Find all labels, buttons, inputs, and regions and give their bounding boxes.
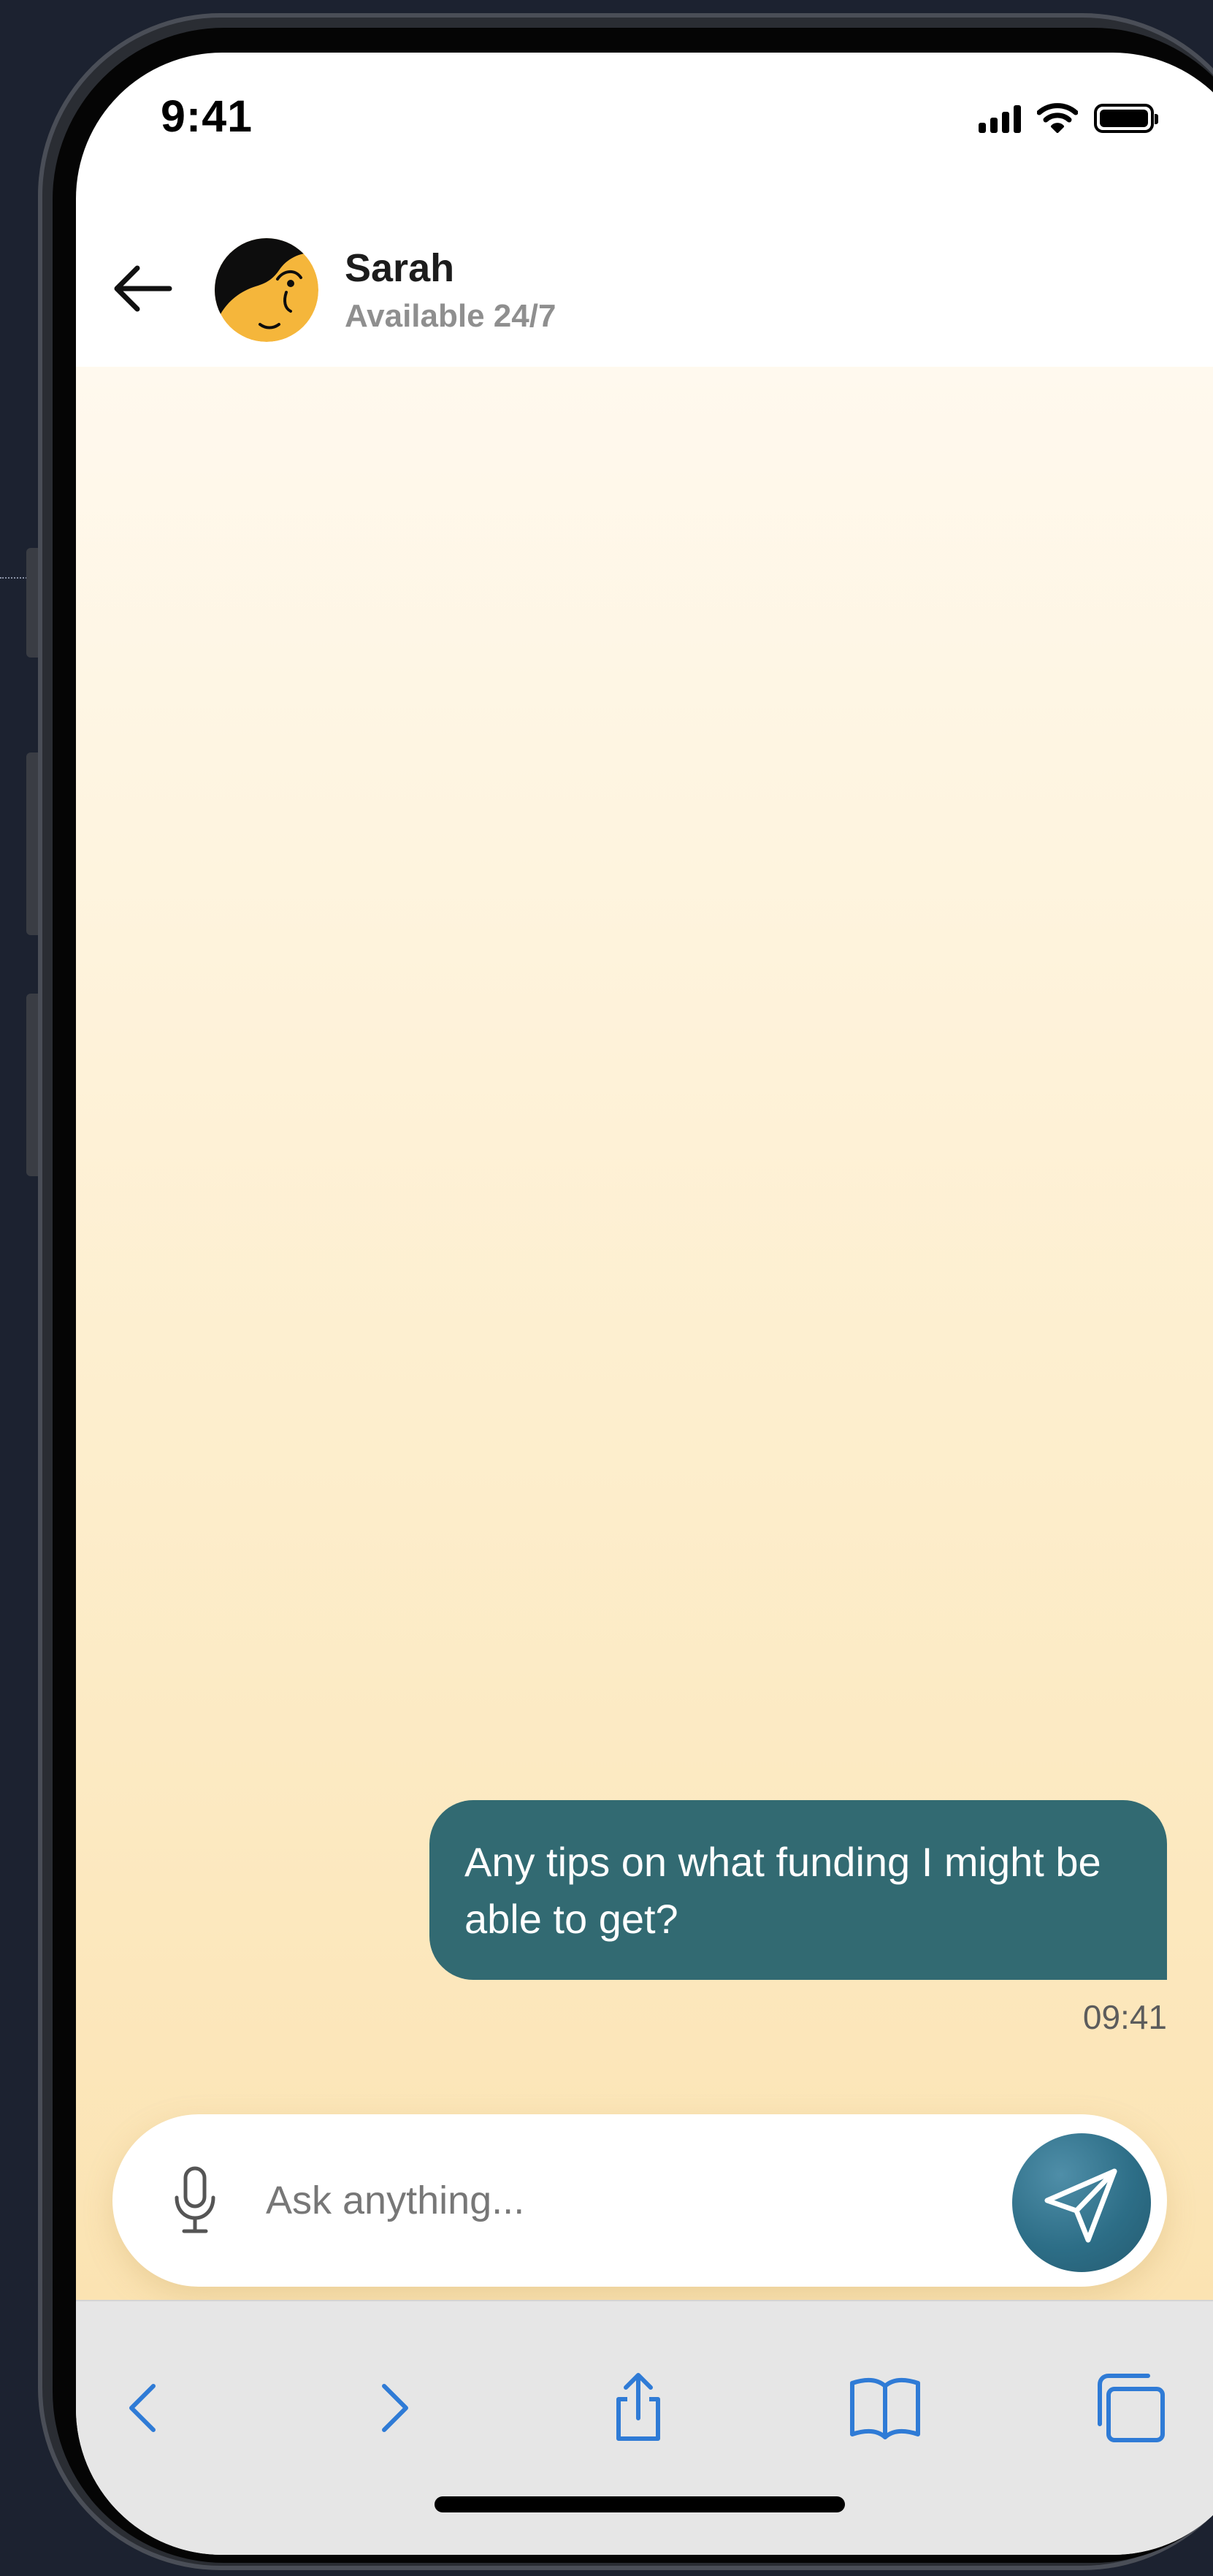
status-icons [979,95,1158,133]
battery-icon [1094,104,1158,133]
user-message-bubble: Any tips on what funding I might be able… [429,1800,1167,1980]
bookmarks-button[interactable] [845,2367,925,2447]
back-chevron-icon [129,2384,156,2432]
phone-screen: 9:41 Sarah Available 24/7 Any tips on wh… [76,53,1213,2555]
volume-down-button [26,994,38,1176]
guide-line [0,577,29,579]
microphone-button[interactable] [172,2165,218,2236]
action-button [26,548,38,658]
avatar [215,238,318,342]
send-button[interactable] [1012,2133,1151,2272]
microphone-icon [175,2166,215,2233]
browser-toolbar [76,2300,1213,2555]
message-timestamp: 09:41 [1082,1998,1167,2036]
status-time: 9:41 [161,91,253,141]
wifi-icon [1037,103,1078,133]
message-input[interactable] [266,2158,908,2243]
chat-body: Any tips on what funding I might be able… [76,367,1213,2300]
avatar-illustration [215,238,318,342]
forward-chevron-icon [382,2384,408,2432]
share-button[interactable] [598,2367,678,2447]
tabs-icon [1098,2374,1165,2442]
share-icon [616,2373,660,2441]
volume-up-button [26,752,38,935]
composer [112,2114,1167,2287]
cellular-signal-icon [979,104,1021,133]
browser-forward-button[interactable] [352,2367,432,2447]
back-button[interactable] [110,256,175,321]
browser-back-button[interactable] [105,2367,185,2447]
bookmarks-icon [850,2377,920,2439]
tabs-button[interactable] [1091,2367,1171,2447]
contact-status: Available 24/7 [345,298,556,334]
contact-name: Sarah [345,246,455,290]
paper-plane-icon [1044,2168,1117,2243]
arrow-left-icon [114,265,172,312]
chat-header: Sarah Available 24/7 [76,213,1213,367]
home-indicator [435,2496,845,2512]
